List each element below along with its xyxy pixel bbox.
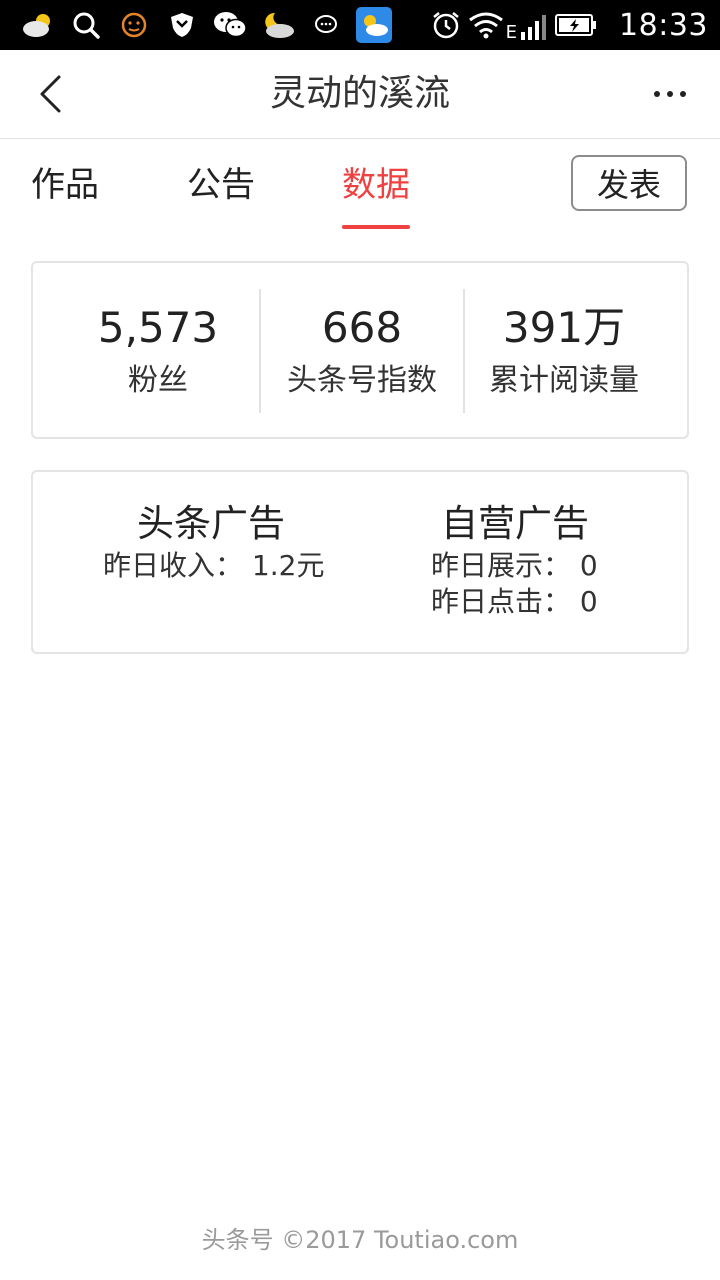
weather-app-icon [350,0,398,50]
toutiao-ads-title: 头条广告 [137,502,285,545]
more-dot-icon [680,91,686,97]
more-options-button[interactable] [644,74,696,114]
tab-bar: 作品 公告 数据 发表 [0,139,720,231]
network-type-label: E [505,22,518,43]
title-bar: 灵动的溪流 [0,50,720,139]
shield-icon [158,0,206,50]
publish-button[interactable]: 发表 [571,155,687,211]
stat-total-reads-value: 391万 [502,303,626,352]
more-dot-icon [667,91,673,97]
income-value: 1.2元 [251,549,325,582]
search-icon [62,0,110,50]
stat-total-reads: 391万 累计阅读量 [465,263,663,437]
status-bar: E 18:33 [0,0,720,50]
emoji-face-icon [110,0,158,50]
more-dot-icon [654,91,660,97]
tab-works-label: 作品 [31,165,99,205]
weather-moon-cloud-icon [254,0,302,50]
self-ads-clicks: 昨日点击： 0 [431,584,598,620]
wechat-icon [206,0,254,50]
status-bar-notifications [14,0,398,50]
click-label: 昨日点击： [431,585,572,618]
page-title: 灵动的溪流 [269,73,450,114]
chevron-left-icon [40,75,61,113]
tab-works[interactable]: 作品 [31,157,99,229]
battery-charging-icon [549,0,603,50]
wifi-icon [466,0,506,50]
active-tab-indicator [342,225,410,229]
stat-total-reads-label: 累计阅读量 [489,363,639,398]
status-bar-system: E 18:33 [426,0,708,50]
toutiao-ads-section: 头条广告 昨日收入： 1.2元 [103,472,324,584]
status-time: 18:33 [619,7,708,43]
stats-card: 5,573 粉丝 668 头条号指数 391万 累计阅读量 [31,261,689,439]
tab-data[interactable]: 数据 [342,157,410,229]
tab-announcements[interactable]: 公告 [187,157,255,229]
stat-followers-label: 粉丝 [128,363,188,398]
click-value: 0 [579,585,598,618]
ads-card: 头条广告 昨日收入： 1.2元 自营广告 昨日展示： 0 昨日点击： 0 [31,470,689,654]
back-button[interactable] [26,68,74,120]
income-label: 昨日收入： [103,549,244,582]
chat-bubble-icon [302,0,350,50]
alarm-icon [426,0,466,50]
footer-copyright: 头条号 ©2017 Toutiao.com [201,1226,519,1254]
stat-toutiao-index: 668 头条号指数 [261,263,463,437]
self-ads-display: 昨日展示： 0 [431,548,598,584]
self-ads-title: 自营广告 [441,502,589,545]
tab-data-label: 数据 [342,165,410,205]
stat-followers: 5,573 粉丝 [33,263,283,437]
toutiao-ads-income: 昨日收入： 1.2元 [103,548,324,584]
stat-followers-value: 5,573 [97,303,219,352]
weather-cloud-sun-icon [14,0,62,50]
signal-icon: E [506,12,549,42]
stat-toutiao-index-label: 头条号指数 [287,363,437,398]
tab-announcements-label: 公告 [187,165,255,205]
display-value: 0 [579,549,598,582]
stat-toutiao-index-value: 668 [321,303,403,352]
self-ads-section: 自营广告 昨日展示： 0 昨日点击： 0 [431,472,598,620]
display-label: 昨日展示： [431,549,572,582]
